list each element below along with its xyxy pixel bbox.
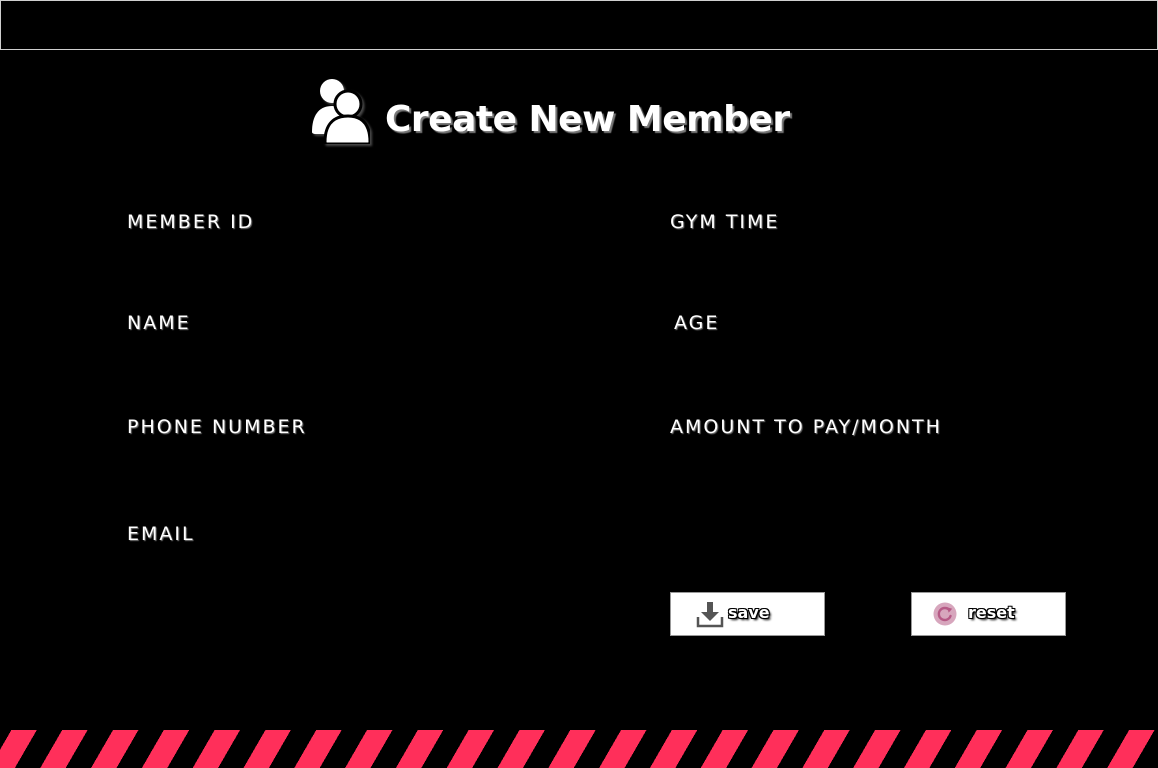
reset-button[interactable]: reset <box>911 592 1066 636</box>
save-button[interactable]: save <box>670 592 825 636</box>
save-button-label: save <box>728 602 770 622</box>
download-icon <box>696 602 724 628</box>
email-label: EMAIL <box>127 523 195 545</box>
page-header: Create New Member <box>310 76 790 146</box>
age-label: AGE <box>674 312 720 334</box>
phone-number-label: PHONE NUMBER <box>127 416 307 438</box>
users-icon <box>312 79 370 144</box>
amount-to-pay-label: AMOUNT TO PAY/MONTH <box>670 416 942 438</box>
decorative-stripe-band <box>0 730 1158 768</box>
refresh-icon <box>933 602 957 626</box>
member-id-label: MEMBER ID <box>127 211 255 233</box>
top-bar <box>0 0 1158 50</box>
gym-time-label: GYM TIME <box>670 211 780 233</box>
reset-button-label: reset <box>968 602 1015 622</box>
name-label: NAME <box>127 312 191 334</box>
page-title: Create New Member <box>385 98 790 140</box>
